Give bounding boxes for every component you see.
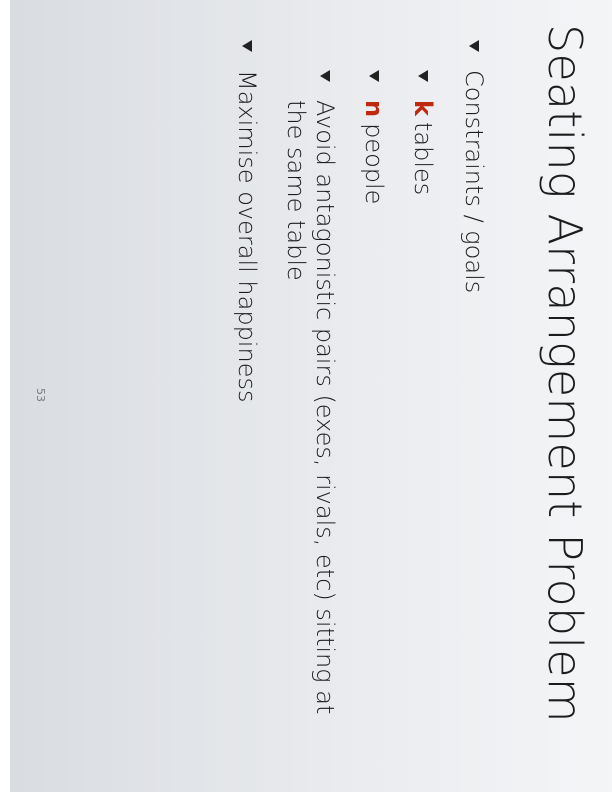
slide-page: Seating Arrangement Problem Constraints … (10, 0, 612, 792)
page-number: 53 (34, 388, 47, 402)
bullet-text: Maximise overall happiness (233, 70, 261, 403)
variable-n: n (360, 100, 388, 118)
bullet-text: Avoid antagonistic pairs (exes, rivals, … (282, 100, 339, 715)
bullet-people: n people (359, 70, 388, 740)
bullet-happiness: Maximise overall happiness (232, 40, 261, 740)
variable-k: k (409, 100, 437, 116)
slide-content: Seating Arrangement Problem Constraints … (10, 0, 612, 792)
bullet-text: Constraints / goals (460, 70, 488, 294)
bullet-constraints: Constraints / goals (459, 40, 488, 740)
bullet-text: tables (409, 121, 437, 196)
bullet-list: Constraints / goals k tables n people Avoi… (210, 40, 488, 740)
bullet-avoid-pairs: Avoid antagonistic pairs (exes, rivals, … (281, 70, 339, 740)
bullet-tables: k tables (408, 70, 437, 740)
bullet-text: people (360, 123, 388, 205)
slide-title: Seating Arrangement Problem (538, 24, 592, 723)
